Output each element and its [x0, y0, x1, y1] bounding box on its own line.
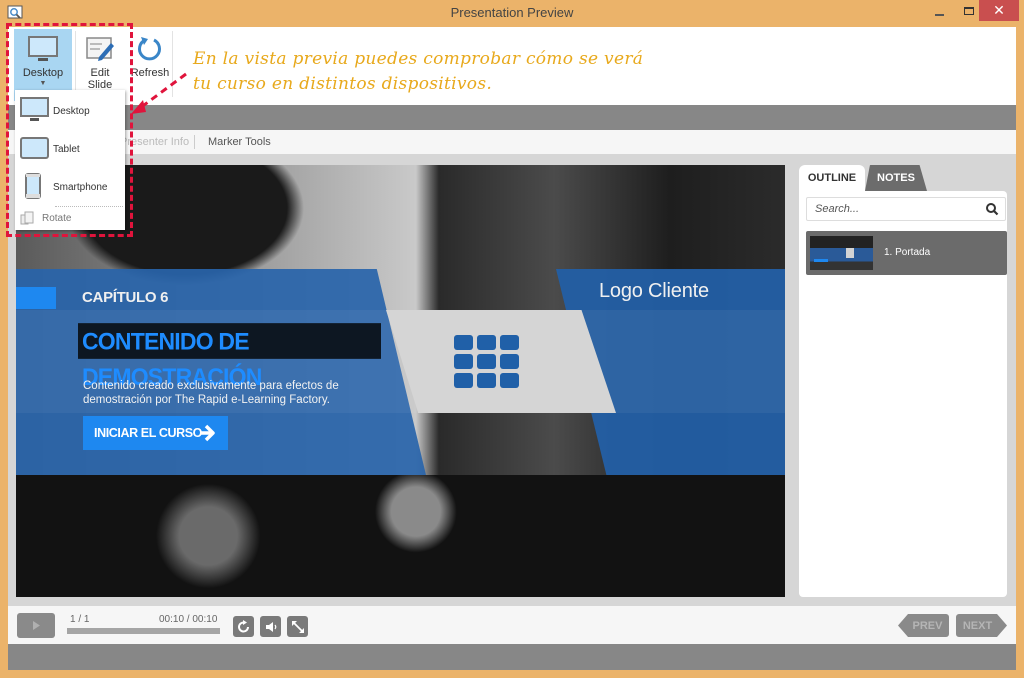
rotate-option[interactable]: Rotate: [15, 208, 125, 228]
footer-band: [8, 644, 1016, 670]
close-button[interactable]: ✕: [979, 0, 1019, 21]
replay-icon: [237, 619, 249, 632]
device-button-label: Desktop: [22, 67, 64, 79]
slide-background-photo: [16, 475, 785, 597]
player-controls: 1 / 1 00:10 / 00:10 PREV NEXT: [8, 606, 1016, 644]
smartphone-icon: [25, 173, 41, 199]
outline-item-label: 1. Portada: [884, 247, 931, 258]
arrow-right-icon: [200, 424, 215, 442]
monitor-icon: [20, 97, 49, 121]
device-dropdown-menu: Desktop Tablet Smartphone Rotate: [15, 90, 125, 230]
prev-button[interactable]: PREV: [898, 614, 949, 637]
device-option-label: Desktop: [53, 106, 90, 117]
preview-stage: CAPÍTULO 6 CONTENIDO DE DEMOSTRACIÓN Con…: [8, 154, 1016, 606]
time-display: 00:10 / 00:10: [159, 614, 218, 625]
fullscreen-button[interactable]: [287, 616, 308, 637]
edit-slide-label: Edit Slide: [88, 67, 112, 91]
monitor-icon: [28, 36, 58, 61]
slide-description: Contenido creado exclusivamente para efe…: [83, 380, 339, 406]
volume-icon: [265, 621, 276, 632]
maximize-icon: [964, 6, 974, 15]
refresh-label: Refresh: [130, 67, 170, 79]
play-icon: [33, 621, 40, 630]
client-area: Desktop ▼ Edit Slide Refresh En la vista…: [8, 27, 1016, 670]
client-logo-text: Logo Cliente: [599, 280, 709, 302]
outline-panel: Search... 1. Portada: [799, 191, 1007, 597]
chevron-down-icon: ▼: [39, 80, 47, 87]
slide-counter: 1 / 1: [70, 614, 90, 625]
refresh-button[interactable]: Refresh: [126, 29, 174, 101]
slide-title: CONTENIDO DE DEMOSTRACIÓN: [78, 323, 381, 390]
minimize-button[interactable]: [925, 0, 953, 21]
chapter-accent-bar: [16, 287, 56, 309]
edit-label-line1: Edit: [90, 67, 110, 79]
device-option-smartphone[interactable]: Smartphone: [15, 168, 125, 204]
edit-slide-icon: [86, 37, 114, 61]
tablet-icon: [20, 137, 49, 159]
seek-bar[interactable]: [67, 628, 220, 634]
ribbon-toolbar: Desktop ▼ Edit Slide Refresh En la vista…: [8, 27, 1016, 105]
play-button[interactable]: [17, 613, 55, 638]
tab-notes[interactable]: NOTES: [865, 165, 927, 191]
outline-search-input[interactable]: Search...: [806, 197, 1006, 221]
marker-tools-button[interactable]: Marker Tools: [208, 136, 271, 148]
fullscreen-icon: [291, 620, 304, 633]
sub-toolbar: Presenter Info Marker Tools: [8, 130, 1016, 154]
annotation-callout-text: En la vista previa puedes comprobar cómo…: [193, 47, 643, 97]
next-button[interactable]: NEXT: [956, 614, 1007, 637]
outline-item[interactable]: 1. Portada: [806, 231, 1007, 275]
tab-outline[interactable]: OUTLINE: [799, 165, 865, 191]
close-icon: ✕: [993, 2, 1005, 18]
rotate-icon: [20, 211, 34, 225]
annotation-line2: tu curso en distintos dispositivos.: [193, 74, 493, 94]
annotation-line1: En la vista previa puedes comprobar cómo…: [193, 49, 644, 69]
slide-thumbnail: [810, 236, 873, 270]
refresh-icon: [138, 37, 161, 61]
presenter-info-button[interactable]: Presenter Info: [120, 136, 189, 148]
ribbon-separator: [172, 31, 173, 97]
device-option-label: Tablet: [53, 144, 80, 155]
seek-bar-fill: [67, 628, 220, 634]
rotate-label: Rotate: [42, 213, 72, 224]
subtoolbar-separator: [194, 135, 195, 149]
menu-grid-icon[interactable]: [454, 335, 520, 389]
device-option-label: Smartphone: [53, 182, 108, 193]
menu-separator: [55, 206, 123, 207]
replay-button[interactable]: [233, 616, 254, 637]
ribbon-separator: [75, 31, 76, 97]
volume-button[interactable]: [260, 616, 281, 637]
device-option-desktop[interactable]: Desktop: [15, 92, 125, 128]
outline-sidebar: OUTLINE NOTES Search... 1. Portada: [792, 165, 1007, 597]
start-course-label: INICIAR EL CURSO: [94, 426, 202, 440]
slide-canvas: CAPÍTULO 6 CONTENIDO DE DEMOSTRACIÓN Con…: [16, 165, 785, 597]
window-title: Presentation Preview: [450, 5, 574, 20]
device-option-tablet[interactable]: Tablet: [15, 130, 125, 166]
ribbon-divider-band: [8, 105, 1016, 130]
title-bar: Presentation Preview ✕: [0, 0, 1024, 27]
search-placeholder: Search...: [815, 203, 860, 215]
presentation-preview-window: Presentation Preview ✕ Desktop ▼ Edit Sl…: [0, 0, 1024, 678]
minimize-icon: [934, 13, 944, 16]
start-course-button[interactable]: INICIAR EL CURSO: [83, 416, 228, 450]
search-icon[interactable]: [985, 202, 999, 216]
chapter-label: CAPÍTULO 6: [82, 289, 169, 306]
